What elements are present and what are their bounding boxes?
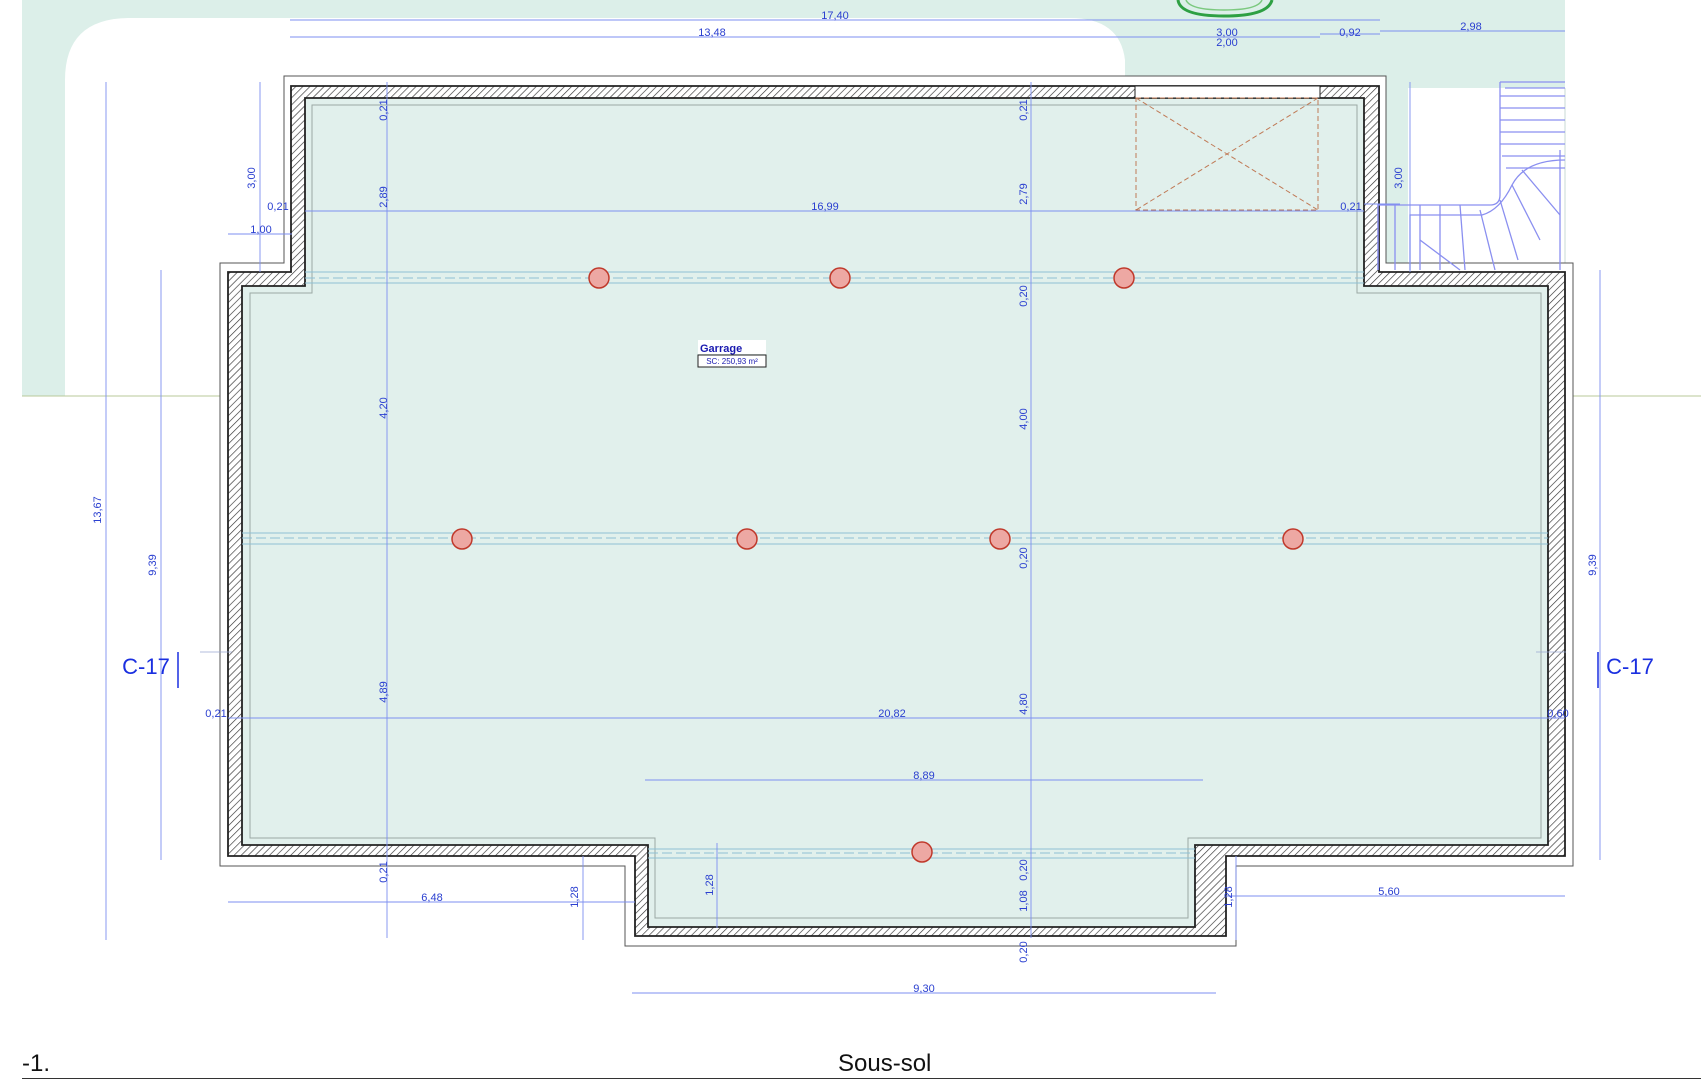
column (736, 528, 758, 550)
dimension-label-top-inner: 13,48 (698, 27, 726, 39)
dimension-label-bay-inner-depth: 1,08 (1018, 890, 1030, 911)
roof-opening (1134, 85, 1321, 99)
dimension-label-span-b-3: 4,80 (1018, 693, 1030, 714)
column (911, 841, 933, 863)
dimension-label-left-step: 1,00 (250, 224, 271, 236)
footer-rule (22, 1078, 1701, 1079)
plan-title: Sous-sol (838, 1050, 932, 1077)
floor-slab (241, 97, 1549, 928)
building (219, 75, 1574, 947)
dimension-label-total-height: 13,67 (92, 496, 104, 524)
dimension-label-beam-b-2: 0,20 (1018, 547, 1030, 568)
dimension-label-bay-depth-a: 1,28 (569, 886, 581, 907)
dimension-label-right-height: 3,00 (1393, 167, 1405, 188)
dimension-label-span-a-1: 2,89 (378, 186, 390, 207)
dimension-label-beam-b-1: 0,20 (1018, 285, 1030, 306)
column (451, 528, 473, 550)
column (989, 528, 1011, 550)
dimension-label-left-offset: 0,21 (267, 201, 288, 213)
dimension-label-left-main-height: 9,39 (147, 554, 159, 575)
room-area: SC: 250,93 m² (706, 357, 758, 366)
dimension-label-left-height: 3,00 (246, 167, 258, 188)
dimension-label-main-width: 20,82 (878, 708, 906, 720)
dimension-label-bay-depth-c: 1,28 (1223, 886, 1235, 907)
column (829, 267, 851, 289)
dimension-label-right-main-height: 9,39 (1587, 554, 1599, 575)
dimension-label-top-right: 2,98 (1460, 21, 1481, 33)
dimension-label-main-left-wall: 0,21 (205, 708, 226, 720)
dimension-label-main-right-wall: 0,60 (1547, 708, 1568, 720)
dimension-label-span-a-3: 4,89 (378, 681, 390, 702)
dimension-label-bottom-right: 5,60 (1378, 886, 1399, 898)
dimension-label-wall-bottom-b: 0,20 (1018, 941, 1030, 962)
dimension-label-right-offset: 0,21 (1340, 201, 1361, 213)
room-name: Garrage (700, 343, 742, 355)
dimension-label-bottom-left: 6,48 (421, 892, 442, 904)
column (588, 267, 610, 289)
dimension-label-bay-depth-b: 1,28 (704, 874, 716, 895)
section-mark-right: C-17 (1606, 654, 1654, 679)
level-label: -1. (22, 1050, 51, 1077)
dimension-label-wall-top-b: 0,21 (1018, 99, 1030, 120)
dimension-label-top-total: 17,40 (821, 10, 849, 22)
column (1113, 267, 1135, 289)
dimension-label-upper-width: 16,99 (811, 201, 839, 213)
floor-plan: Garrage SC: 250,93 m² C-17 C-17 17,40 13,… (22, 0, 1701, 995)
section-mark-left: C-17 (122, 654, 170, 679)
dimension-label-wall-top-a: 0,21 (378, 99, 390, 120)
dimension-label-span-b-1: 2,79 (1018, 183, 1030, 204)
dimension-label-beam-b-3: 0,20 (1018, 859, 1030, 880)
dimension-label-wall-bottom-a: 0,21 (378, 861, 390, 882)
column (1282, 528, 1304, 550)
dimension-label-bay-outer: 9,30 (913, 983, 934, 995)
dimension-label-bay-inner: 8,89 (913, 770, 934, 782)
dimension-label-span-a-2: 4,20 (378, 397, 390, 418)
room-label: Garrage SC: 250,93 m² (697, 340, 767, 368)
dimension-label-top-opening-b: 2,00 (1216, 37, 1237, 49)
dimension-label-top-small: 0,92 (1339, 27, 1360, 39)
dimension-label-span-b-2: 4,00 (1018, 408, 1030, 429)
